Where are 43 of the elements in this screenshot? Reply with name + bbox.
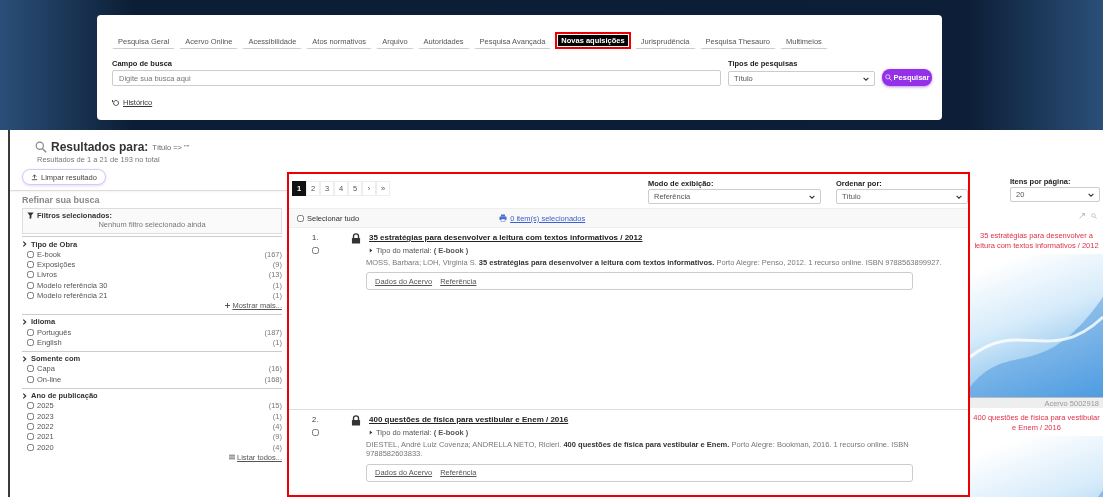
funnel-icon (27, 212, 34, 219)
checkbox[interactable] (312, 429, 319, 436)
checkbox[interactable] (27, 281, 34, 289)
checkbox[interactable] (297, 214, 304, 222)
triangle-icon (369, 430, 373, 435)
caret-icon (863, 76, 869, 81)
chevron-icon (22, 241, 27, 247)
checkbox[interactable] (27, 328, 34, 336)
printer-icon (499, 214, 508, 222)
caret-icon (809, 194, 815, 199)
checkbox[interactable] (27, 292, 34, 300)
chevron-icon (22, 392, 27, 399)
search-icon (884, 74, 892, 81)
lock-icon (351, 233, 361, 244)
lock-icon (351, 415, 361, 426)
chevron-icon (22, 318, 27, 325)
checkbox[interactable] (27, 250, 34, 258)
triangle-icon (369, 248, 373, 253)
list-icon (228, 454, 235, 461)
upload-icon (31, 173, 38, 181)
expand-icon (1079, 213, 1085, 219)
plus-icon (225, 303, 231, 309)
search-icon (1091, 213, 1097, 219)
chevron-icon (22, 355, 27, 362)
checkbox[interactable] (27, 433, 34, 441)
checkbox[interactable] (27, 412, 34, 420)
checkbox[interactable] (312, 247, 319, 254)
checkbox[interactable] (27, 402, 34, 410)
caret-icon (1088, 192, 1094, 197)
result-title-link[interactable]: 35 estratégias para desenvolver a leitura com textos informativos / 2012 (369, 233, 968, 242)
refine-title: Refinar sua busca (22, 195, 101, 205)
checkbox[interactable] (27, 443, 34, 451)
caret-icon (956, 194, 962, 199)
checkbox[interactable] (27, 365, 34, 373)
results-heading: Resultados para: (51, 140, 149, 154)
checkbox[interactable] (27, 339, 34, 347)
checkbox[interactable] (27, 375, 34, 383)
result-title-link[interactable]: 400 questões de física para vestibular e Enem / 2016 (369, 415, 968, 424)
search-icon (35, 141, 47, 153)
checkbox[interactable] (27, 423, 34, 430)
history-icon (112, 98, 120, 107)
checkbox[interactable] (27, 271, 34, 279)
checkbox[interactable] (27, 261, 34, 269)
